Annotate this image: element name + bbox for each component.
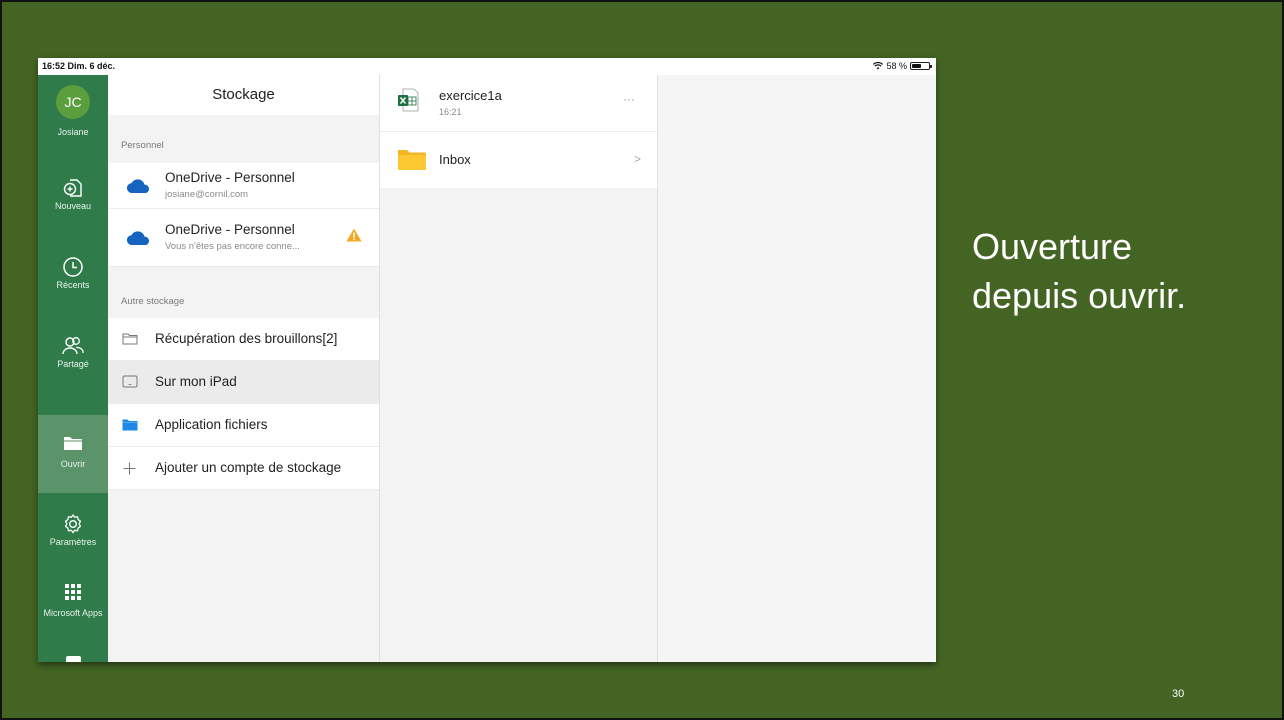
section-personnel: Personnel (121, 140, 164, 151)
rail-more-indicator (66, 656, 81, 662)
detail-pane (658, 75, 936, 662)
battery-icon (910, 62, 932, 70)
ipad-icon (122, 375, 138, 388)
rail-label-nouveau: Nouveau (54, 201, 92, 211)
rail-label-recents: Récents (56, 280, 90, 290)
folder-icon (398, 150, 426, 170)
storage-item-label: Sur mon iPad (155, 374, 237, 389)
status-bar: 16:52 Dim. 6 déc. 58 % (38, 58, 936, 76)
file-row-exercice1a[interactable]: exercice1a 16:21 ··· (380, 75, 657, 132)
file-name: exercice1a (439, 88, 502, 103)
ipad-screenshot: 16:52 Dim. 6 déc. 58 % JC Josiane Nouvea… (38, 58, 936, 662)
account-title: OneDrive - Personnel (165, 170, 295, 185)
folder-name: Inbox (439, 152, 471, 167)
storage-title: Stockage (108, 75, 379, 115)
user-name: Josiane (57, 127, 89, 137)
status-time: 16:52 Dim. 6 déc. (42, 61, 116, 71)
warning-icon (346, 228, 362, 242)
plus-icon (123, 462, 136, 475)
new-file-icon (63, 179, 82, 197)
gear-icon (64, 514, 82, 534)
onedrive-icon (126, 179, 150, 193)
files-app-icon (122, 419, 138, 431)
storage-item-label: Récupération des brouillons[2] (155, 331, 338, 346)
account-email: josiane@cornil.com (165, 189, 249, 200)
storage-item-fichiers[interactable]: Application fichiers (108, 404, 379, 447)
slide-number: 30 (1172, 688, 1185, 700)
add-storage-account[interactable]: Ajouter un compte de stockage (108, 447, 379, 490)
storage-item-label: Application fichiers (155, 417, 268, 432)
section-autre-stockage: Autre stockage (121, 296, 185, 307)
rail-label-partage: Partagé (57, 359, 89, 369)
rail-label-parametres: Paramètres (49, 537, 97, 547)
rail-label-ouvrir: Ouvrir (60, 459, 86, 469)
rail-item-nouveau[interactable]: Nouveau (38, 177, 108, 211)
slide-heading: Ouverture depuis ouvrir. (972, 226, 1187, 316)
rail-item-microsoft-apps[interactable]: Microsoft Apps (38, 582, 108, 618)
avatar: JC (56, 85, 90, 119)
rail-item-recents[interactable]: Récents (38, 256, 108, 290)
battery-percent: 58 % (886, 61, 907, 71)
folder-row-inbox[interactable]: Inbox > (380, 132, 657, 188)
excel-file-icon (398, 88, 419, 112)
storage-item-ipad[interactable]: Sur mon iPad (108, 361, 379, 404)
account-status: Vous n'êtes pas encore conne... (165, 241, 300, 252)
storage-item-label: Ajouter un compte de stockage (155, 460, 342, 475)
clock-icon (63, 257, 83, 277)
folder-icon (64, 437, 82, 450)
file-time: 16:21 (439, 107, 462, 117)
more-options-button[interactable]: ··· (623, 92, 635, 106)
storage-item-recuperation[interactable]: Récupération des brouillons[2] (108, 318, 379, 361)
profile-button[interactable]: JC Josiane (38, 85, 108, 137)
account-row-onedrive-1[interactable]: OneDrive - Personnel josiane@cornil.com (108, 163, 379, 209)
storage-pane: Stockage Personnel OneDrive - Personnel … (108, 75, 380, 662)
account-row-onedrive-2b[interactable]: OneDrive - Personnel Vous n'êtes pas enc… (108, 209, 379, 267)
app-rail: JC Josiane Nouveau Récents Partagé Ouvri… (38, 75, 108, 662)
people-icon (62, 337, 84, 355)
rail-item-parametres[interactable]: Paramètres (38, 513, 108, 547)
chevron-right-icon: > (634, 152, 642, 166)
apps-grid-icon (65, 584, 81, 600)
rail-item-ouvrir[interactable]: Ouvrir (38, 415, 108, 493)
onedrive-icon (126, 231, 150, 245)
folder-outline-icon (122, 333, 138, 345)
status-right: 58 % (873, 61, 932, 71)
rail-item-partage[interactable]: Partagé (38, 335, 108, 369)
wifi-icon (873, 62, 884, 70)
files-pane: exercice1a 16:21 ··· Inbox > (380, 75, 658, 662)
rail-label-microsoft-apps: Microsoft Apps (43, 608, 103, 618)
account-title: OneDrive - Personnel (165, 222, 295, 237)
